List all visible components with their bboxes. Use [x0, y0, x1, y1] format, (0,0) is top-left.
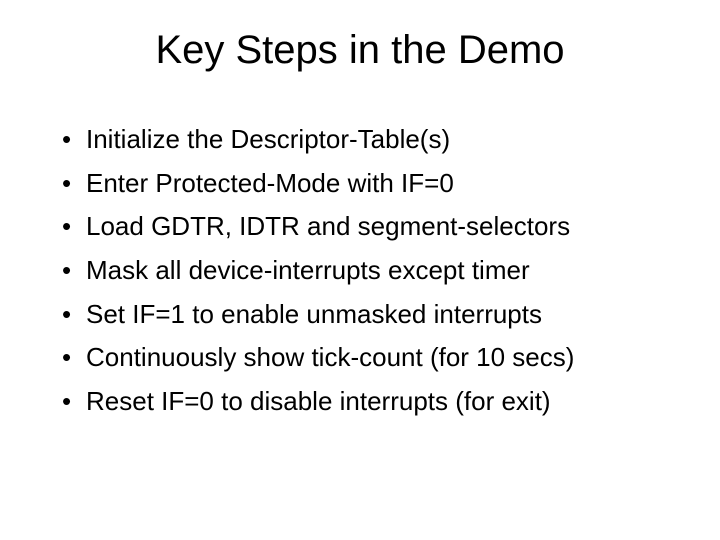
bullet-list: • Initialize the Descriptor-Table(s) • E… [40, 121, 680, 421]
bullet-icon: • [58, 383, 86, 421]
bullet-icon: • [58, 339, 86, 377]
list-item: • Enter Protected-Mode with IF=0 [58, 165, 680, 203]
bullet-icon: • [58, 296, 86, 334]
slide-title: Key Steps in the Demo [40, 28, 680, 73]
list-item: • Continuously show tick-count (for 10 s… [58, 339, 680, 377]
bullet-icon: • [58, 121, 86, 159]
bullet-text: Initialize the Descriptor-Table(s) [86, 121, 680, 159]
slide: Key Steps in the Demo • Initialize the D… [0, 0, 720, 540]
list-item: • Mask all device-interrupts except time… [58, 252, 680, 290]
list-item: • Reset IF=0 to disable interrupts (for … [58, 383, 680, 421]
bullet-icon: • [58, 165, 86, 203]
bullet-icon: • [58, 208, 86, 246]
list-item: • Load GDTR, IDTR and segment-selectors [58, 208, 680, 246]
list-item: • Set IF=1 to enable unmasked interrupts [58, 296, 680, 334]
bullet-text: Continuously show tick-count (for 10 sec… [86, 339, 680, 377]
bullet-text: Mask all device-interrupts except timer [86, 252, 680, 290]
bullet-text: Load GDTR, IDTR and segment-selectors [86, 208, 680, 246]
bullet-text: Reset IF=0 to disable interrupts (for ex… [86, 383, 680, 421]
bullet-text: Set IF=1 to enable unmasked interrupts [86, 296, 680, 334]
bullet-text: Enter Protected-Mode with IF=0 [86, 165, 680, 203]
list-item: • Initialize the Descriptor-Table(s) [58, 121, 680, 159]
bullet-icon: • [58, 252, 86, 290]
